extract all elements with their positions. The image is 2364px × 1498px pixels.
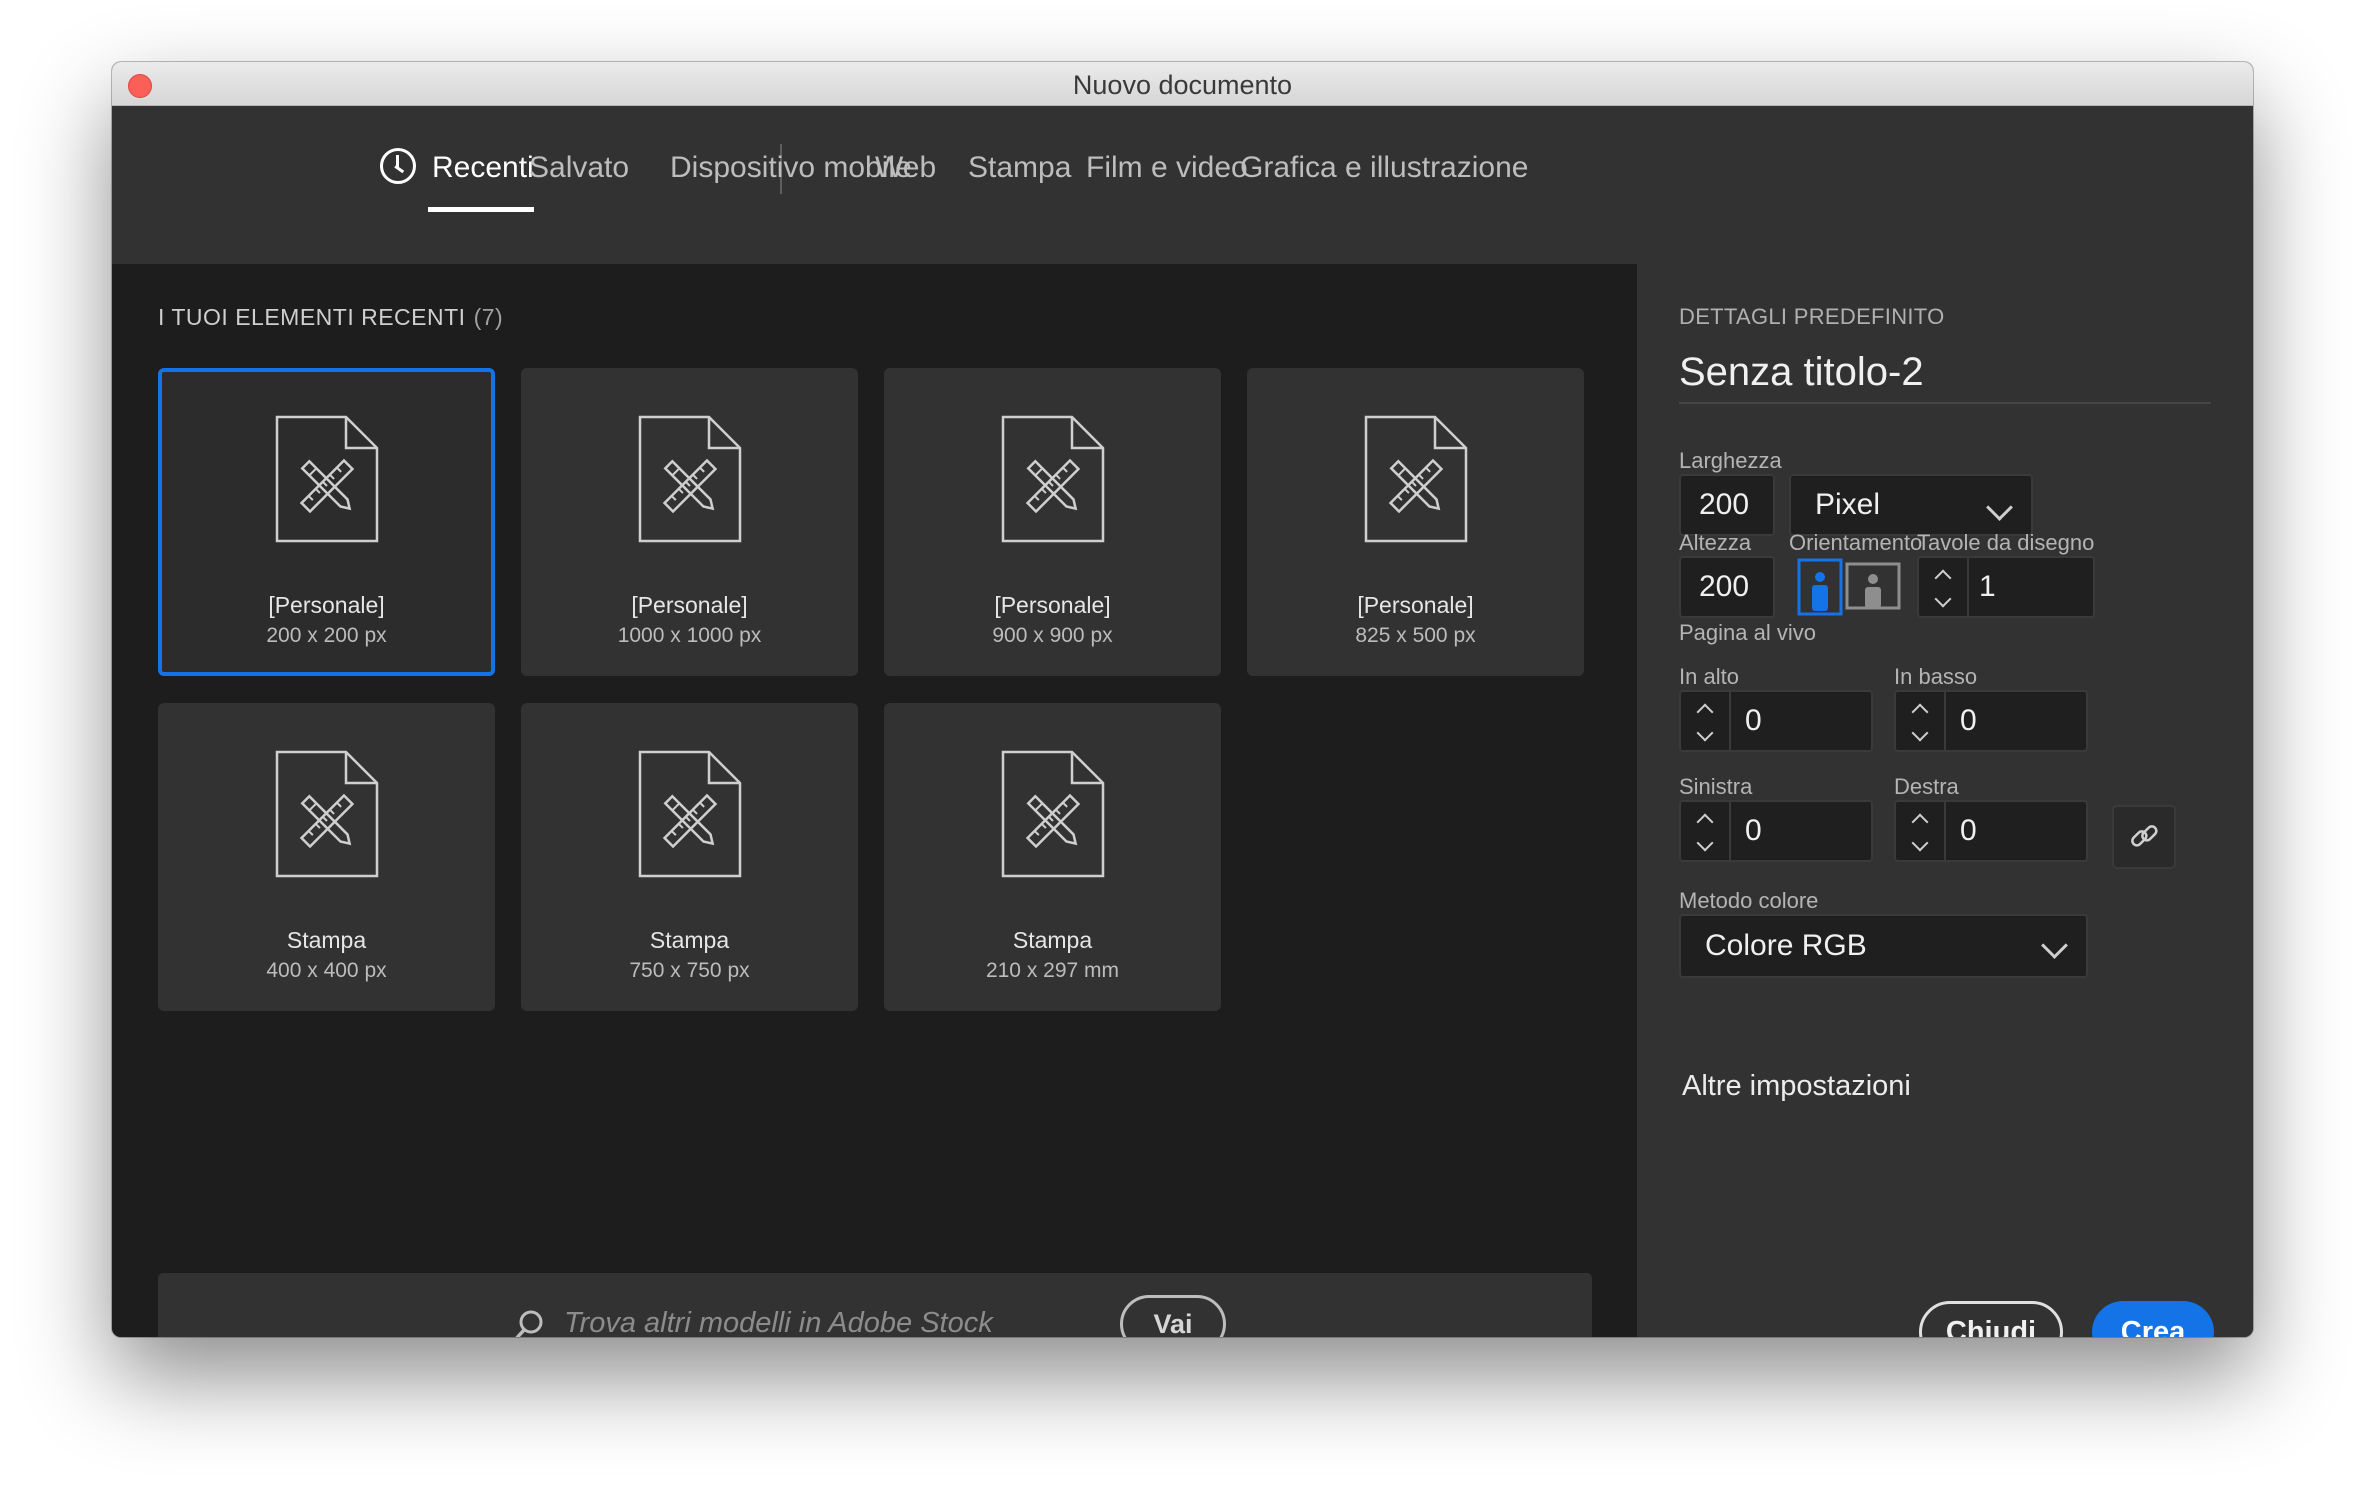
document-icon xyxy=(275,415,379,543)
color-mode-label: Metodo colore xyxy=(1679,888,1819,913)
width-input[interactable]: 200 xyxy=(1679,474,1775,536)
clock-icon xyxy=(380,148,416,184)
link-icon xyxy=(2131,825,2158,847)
recent-item-size: 210 x 297 mm xyxy=(985,959,1120,982)
bleed-label: Pagina al vivo xyxy=(1679,620,1816,645)
height-label: Altezza xyxy=(1679,530,1752,555)
chevron-down-icon[interactable] xyxy=(1896,721,1944,750)
recent-count: (7) xyxy=(473,304,504,330)
bleed-left-label: Sinistra xyxy=(1679,774,1753,799)
bleed-right-label: Destra xyxy=(1894,774,1959,799)
artboards-stepper[interactable]: 1 xyxy=(1917,556,2095,618)
recent-item-name: [Personale] xyxy=(994,592,1111,618)
recent-section-title: I TUOI ELEMENTI RECENTI (7) xyxy=(158,304,504,330)
title-bar: Nuovo documento xyxy=(112,62,2253,106)
chevron-down-icon xyxy=(1986,494,2013,521)
document-icon xyxy=(1001,750,1105,878)
category-tabs: Recenti Salvato Dispositivo mobile Web S… xyxy=(112,106,2253,264)
tab-grafica-e-illustrazione[interactable]: Grafica e illustrazione xyxy=(1240,136,1528,200)
recent-item-name: [Personale] xyxy=(1357,592,1474,618)
new-document-dialog: Nuovo documento Recenti Salvato Disposit… xyxy=(112,62,2253,1337)
portrait-orientation-icon[interactable] xyxy=(1797,558,1843,616)
preset-name-input[interactable]: Senza titolo-2 xyxy=(1679,350,2211,404)
chevron-up-icon[interactable] xyxy=(1681,802,1729,831)
recent-item-size: 400 x 400 px xyxy=(266,959,387,982)
close-button[interactable]: Chiudi xyxy=(1919,1301,2063,1337)
stock-search-input[interactable]: Trova altri modelli in Adobe Stock xyxy=(564,1295,1098,1337)
landscape-orientation-icon[interactable] xyxy=(1845,562,1901,610)
chevron-down-icon xyxy=(2041,932,2068,959)
recent-item-name: [Personale] xyxy=(631,592,748,618)
bleed-left-stepper-arrows xyxy=(1681,802,1731,860)
recent-item-name: Stampa xyxy=(286,927,367,953)
tab-stampa[interactable]: Stampa xyxy=(968,136,1071,200)
document-icon xyxy=(638,415,742,543)
recent-item-card[interactable]: Stampa 400 x 400 px xyxy=(158,703,495,1011)
recent-items-panel: I TUOI ELEMENTI RECENTI (7) [Personale] 20… xyxy=(112,264,1637,1337)
document-icon xyxy=(638,750,742,878)
recent-item-card[interactable]: Stampa 210 x 297 mm xyxy=(884,703,1221,1011)
preset-details-panel: DETTAGLI PREDEFINITO Senza titolo-2 Larg… xyxy=(1637,264,2253,1337)
bleed-bottom-stepper-arrows xyxy=(1896,692,1946,750)
search-icon xyxy=(515,1310,543,1337)
document-icon xyxy=(275,750,379,878)
chevron-up-icon[interactable] xyxy=(1681,692,1729,721)
vai-button[interactable]: Vai xyxy=(1120,1295,1226,1337)
recent-item-size: 750 x 750 px xyxy=(629,959,750,982)
bleed-right-stepper-arrows xyxy=(1896,802,1946,860)
tab-film-e-video[interactable]: Film e video xyxy=(1086,136,1248,200)
width-label: Larghezza xyxy=(1679,448,1782,473)
bleed-bottom-label: In basso xyxy=(1894,664,1978,689)
recent-item-card[interactable]: [Personale] 825 x 500 px xyxy=(1247,368,1584,676)
more-settings-button[interactable]: Altre impostazioni xyxy=(1682,1070,1911,1103)
recent-item-size: 200 x 200 px xyxy=(266,624,387,647)
unit-select[interactable]: Pixel xyxy=(1789,474,2033,536)
bleed-top-stepper[interactable]: 0 xyxy=(1679,690,1873,752)
artboards-label: Tavole da disegno xyxy=(1917,530,2095,555)
document-icon xyxy=(1364,415,1468,543)
recent-item-name: [Personale] xyxy=(268,592,385,618)
window-title: Nuovo documento xyxy=(1072,70,1293,100)
orientation-label: Orientamento xyxy=(1789,530,1923,555)
recent-item-card[interactable]: Stampa 750 x 750 px xyxy=(521,703,858,1011)
chevron-up-icon[interactable] xyxy=(1919,558,1967,587)
recent-item-size: 900 x 900 px xyxy=(992,624,1113,647)
bleed-top-label: In alto xyxy=(1679,664,1739,689)
tab-web[interactable]: Web xyxy=(875,136,936,200)
recent-item-size: 825 x 500 px xyxy=(1355,624,1476,647)
chevron-down-icon[interactable] xyxy=(1896,831,1944,860)
chevron-down-icon[interactable] xyxy=(1681,721,1729,750)
tab-recenti[interactable]: Recenti xyxy=(380,136,534,212)
recent-item-card[interactable]: [Personale] 1000 x 1000 px xyxy=(521,368,858,676)
chevron-up-icon[interactable] xyxy=(1896,692,1944,721)
artboards-stepper-arrows xyxy=(1919,558,1969,616)
document-icon xyxy=(1001,415,1105,543)
recent-item-card[interactable]: [Personale] 900 x 900 px xyxy=(884,368,1221,676)
bleed-right-stepper[interactable]: 0 xyxy=(1894,800,2088,862)
chevron-down-icon[interactable] xyxy=(1681,831,1729,860)
recent-item-size: 1000 x 1000 px xyxy=(617,624,762,647)
recent-item-card[interactable]: [Personale] 200 x 200 px xyxy=(158,368,495,676)
tab-salvato[interactable]: Salvato xyxy=(529,136,629,200)
height-input[interactable]: 200 xyxy=(1679,556,1775,618)
create-button[interactable]: Crea xyxy=(2092,1301,2214,1337)
details-header: DETTAGLI PREDEFINITO xyxy=(1679,304,1945,329)
recent-item-name: Stampa xyxy=(1012,927,1093,953)
recent-item-name: Stampa xyxy=(649,927,730,953)
chevron-down-icon[interactable] xyxy=(1919,587,1967,616)
color-mode-select[interactable]: Colore RGB xyxy=(1679,914,2088,978)
bleed-left-stepper[interactable]: 0 xyxy=(1679,800,1873,862)
bleed-top-stepper-arrows xyxy=(1681,692,1731,750)
link-bleed-button[interactable] xyxy=(2112,805,2176,869)
adobe-stock-search-bar: Trova altri modelli in Adobe Stock Vai xyxy=(158,1273,1592,1337)
chevron-up-icon[interactable] xyxy=(1896,802,1944,831)
bleed-bottom-stepper[interactable]: 0 xyxy=(1894,690,2088,752)
